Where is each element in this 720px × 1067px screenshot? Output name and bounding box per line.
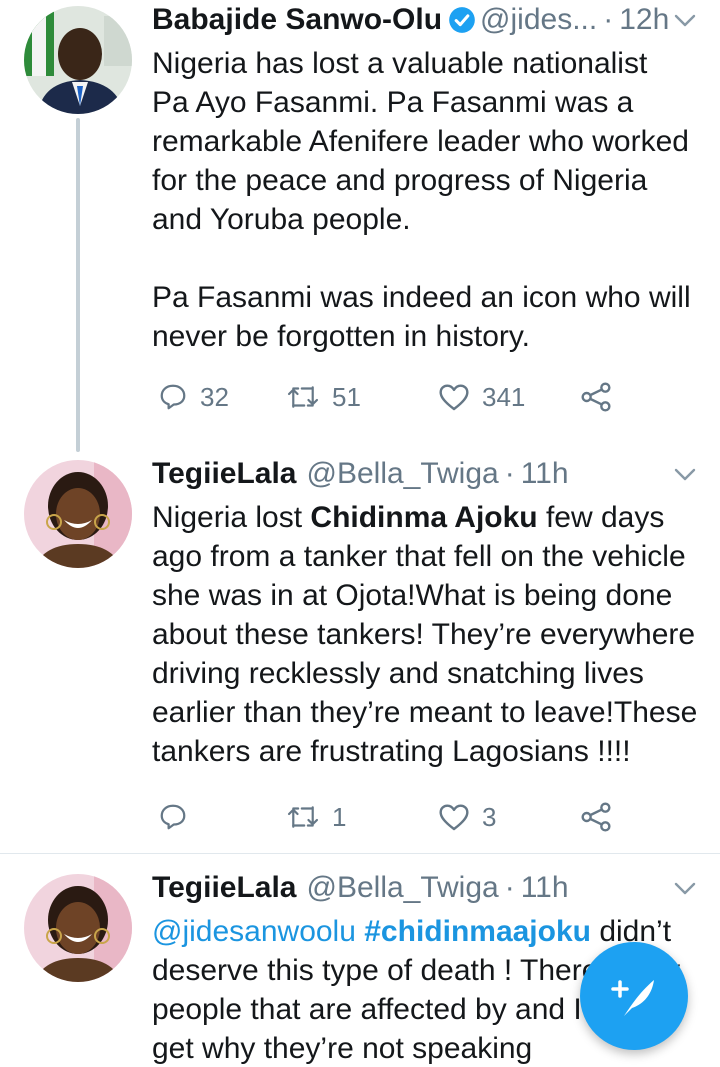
display-name[interactable]: TegiieLala	[152, 868, 297, 908]
retweet-icon	[287, 806, 319, 828]
retweet-count: 51	[332, 381, 361, 412]
like-button[interactable]: 3	[438, 797, 496, 837]
tweet-paragraph: Nigeria has lost a valuable nationalist …	[152, 47, 698, 236]
like-count: 3	[482, 801, 497, 832]
share-button[interactable]	[580, 797, 612, 837]
share-icon	[581, 802, 611, 832]
like-icon	[439, 384, 469, 411]
mention-link[interactable]: @jidesanwoolu	[152, 915, 356, 948]
separator-dot: ·	[504, 457, 515, 490]
avatar[interactable]	[24, 6, 132, 114]
timestamp[interactable]: 11h	[521, 454, 569, 494]
tweet-actions: 1 3	[152, 797, 672, 837]
tweet-header: TegiieLala @Bella_Twiga · 11h	[152, 868, 569, 908]
compose-tweet-icon	[611, 980, 654, 1016]
reply-icon	[160, 384, 186, 410]
reply-icon	[160, 804, 186, 830]
compose-tweet-button[interactable]	[580, 942, 688, 1050]
separator-dot: ·	[504, 871, 515, 904]
tweet-text: Nigeria lost Chidinma Ajoku few days ago…	[152, 498, 700, 771]
separator-dot: ·	[603, 3, 614, 36]
timestamp[interactable]: 12h	[619, 0, 669, 40]
tweet-header: Babajide Sanwo-Olu @jides... · 12h	[152, 0, 669, 40]
share-button[interactable]	[580, 377, 612, 417]
retweet-button[interactable]: 1	[286, 797, 346, 837]
like-icon	[439, 804, 469, 831]
avatar[interactable]	[24, 874, 132, 982]
display-name[interactable]: Babajide Sanwo-Olu	[152, 0, 442, 40]
handle[interactable]: @jides...	[480, 0, 597, 40]
chevron-down-icon[interactable]	[674, 14, 696, 28]
bold-text: Chidinma Ajoku	[310, 501, 538, 534]
text-segment: few days ago from a tanker that fell on …	[152, 501, 706, 768]
chevron-down-icon[interactable]	[674, 882, 696, 896]
share-icon	[581, 382, 611, 412]
thread-line	[76, 118, 80, 452]
tweet[interactable]: TegiieLala @Bella_Twiga · 11h Nigeria lo…	[0, 452, 720, 854]
display-name[interactable]: TegiieLala	[152, 454, 297, 494]
timestamp[interactable]: 11h	[521, 868, 569, 908]
reply-button[interactable]	[158, 797, 200, 837]
avatar[interactable]	[24, 460, 132, 568]
divider	[0, 853, 720, 854]
verified-badge-icon	[449, 7, 475, 33]
retweet-icon	[287, 386, 319, 408]
hashtag-link[interactable]: #chidinmaajoku	[364, 915, 591, 948]
handle[interactable]: @Bella_Twiga	[307, 454, 499, 494]
text-segment: Nigeria lost	[152, 501, 311, 534]
tweet-header: TegiieLala @Bella_Twiga · 11h	[152, 454, 569, 494]
tweet-actions: 32 51 341	[152, 377, 672, 417]
like-count: 341	[482, 381, 526, 412]
tweet-text: Nigeria has lost a valuable nationalist …	[152, 44, 700, 356]
reply-button[interactable]: 32	[158, 377, 229, 417]
tweet[interactable]: Babajide Sanwo-Olu @jides... · 12h Niger…	[0, 0, 720, 452]
retweet-button[interactable]: 51	[286, 377, 361, 417]
retweet-count: 1	[332, 801, 347, 832]
chevron-down-icon[interactable]	[674, 468, 696, 482]
tweet-paragraph: Pa Fasanmi was indeed an icon who will n…	[152, 281, 699, 353]
tweet-paragraph: Nigeria lost Chidinma Ajoku few days ago…	[152, 498, 700, 771]
handle[interactable]: @Bella_Twiga	[307, 868, 499, 908]
reply-count: 32	[200, 381, 229, 412]
like-button[interactable]: 341	[438, 377, 525, 417]
